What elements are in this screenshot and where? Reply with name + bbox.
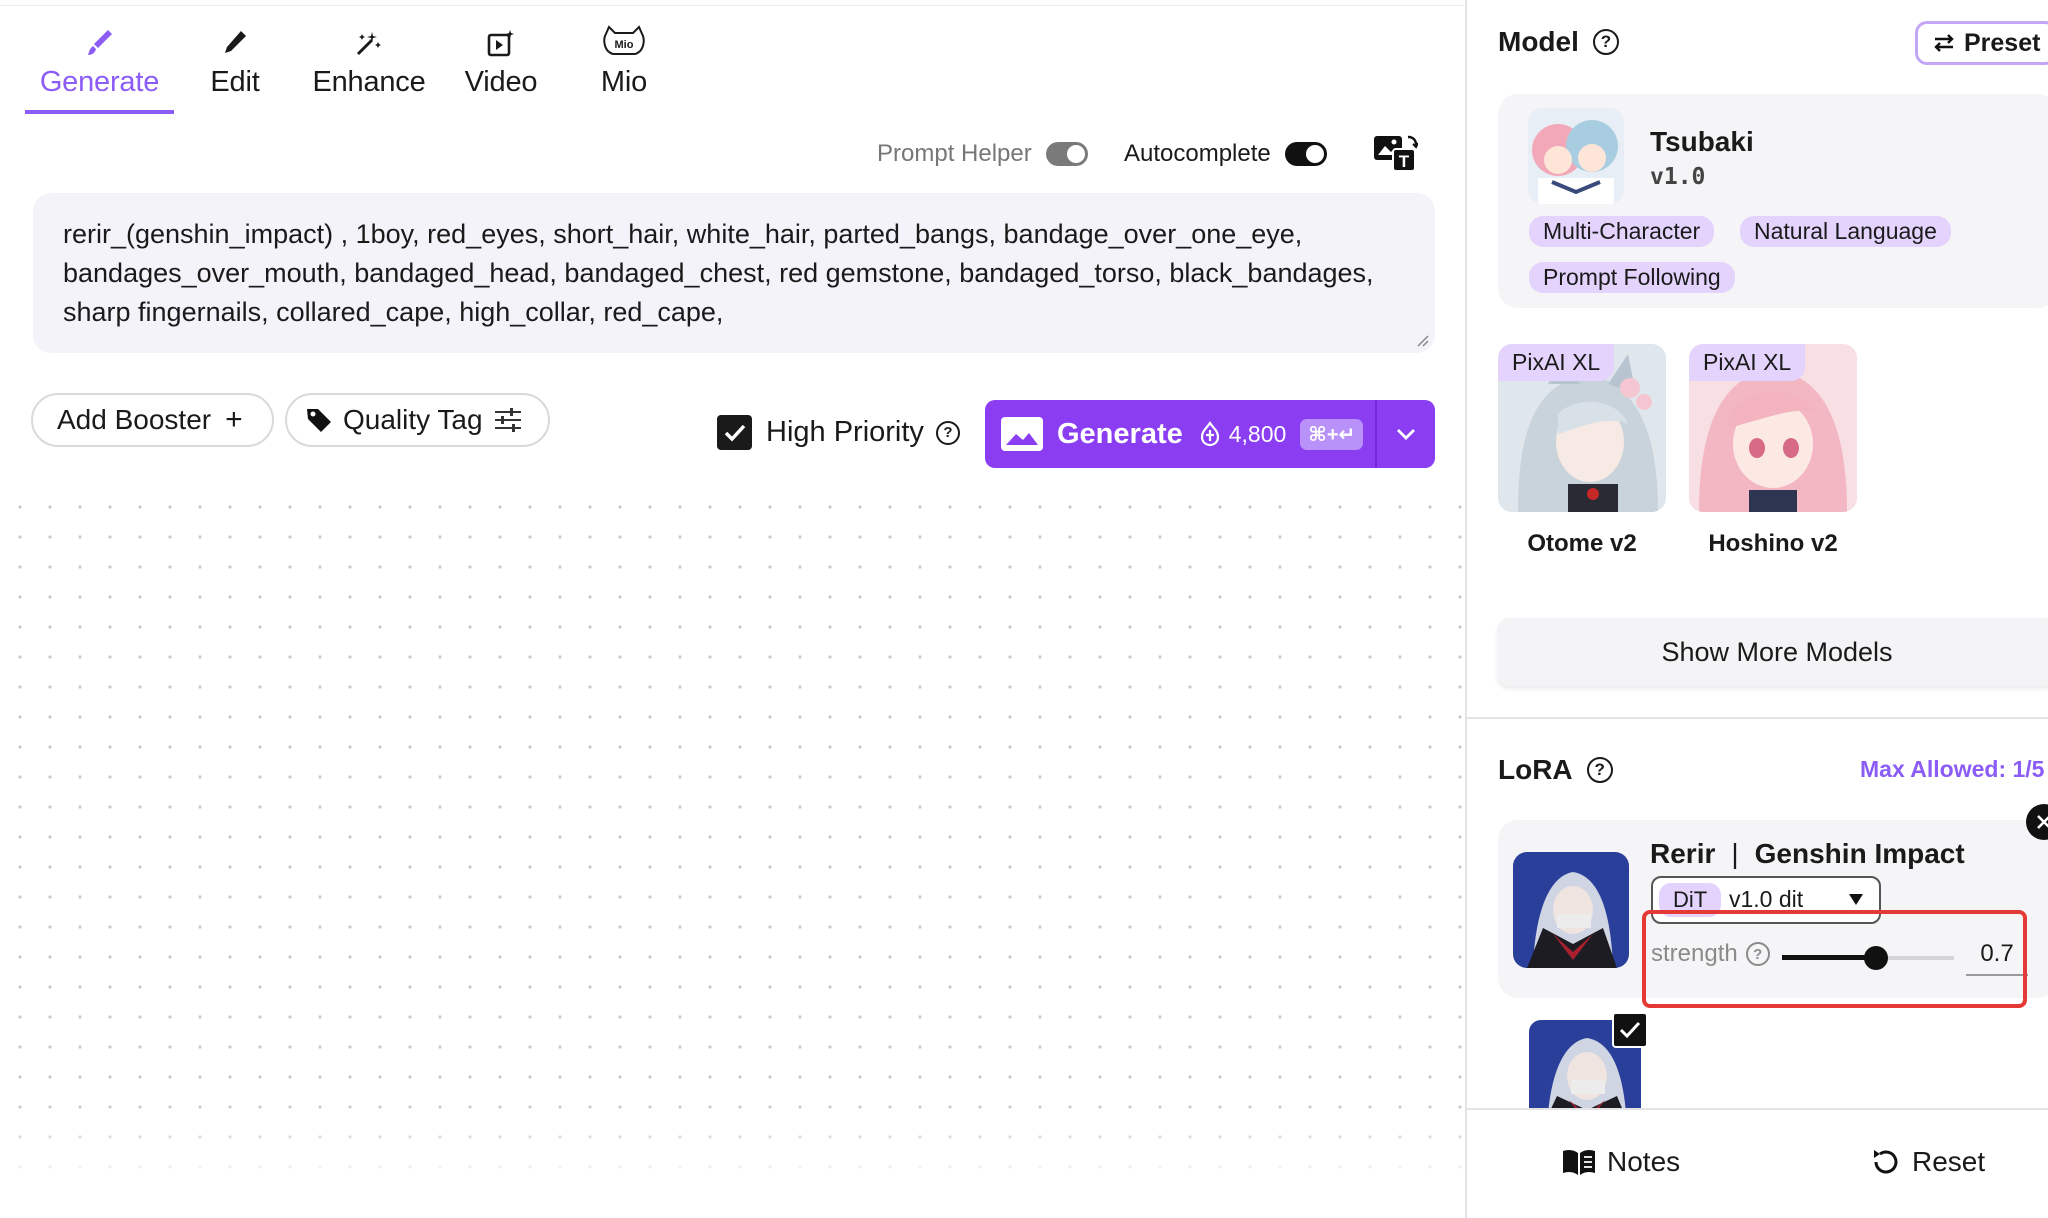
quality-tag-button[interactable]: Quality Tag (285, 393, 550, 447)
lora-section-title: LoRA ? (1498, 754, 1613, 786)
prompt-helper-switch[interactable] (1045, 142, 1088, 166)
model-name: Tsubaki (1650, 126, 1754, 157)
generate-options-dropdown[interactable] (1377, 400, 1435, 468)
video-sparkle-icon (458, 14, 544, 58)
close-icon (2037, 815, 2048, 829)
prompt-textarea[interactable]: rerir_(genshin_impact) , 1boy, red_eyes,… (33, 193, 1435, 353)
model-avatar (1528, 108, 1624, 204)
svg-text:Mio: Mio (615, 39, 634, 51)
check-icon (1619, 1021, 1641, 1039)
caret-down-icon (1849, 894, 1863, 905)
tab-mio[interactable]: Mio Mio (588, 14, 660, 114)
model-option-name: Otome v2 (1527, 530, 1637, 557)
model-option-hoshino[interactable]: PixAI XL (1689, 344, 1857, 512)
max-allowed-label: Max Allowed: 1/5 (1860, 756, 2045, 782)
sliders-icon (494, 408, 521, 432)
notes-button[interactable]: Notes (1561, 1146, 1680, 1178)
main-workspace: Generate Edit Enhance Video Mio Mio Prom… (0, 0, 1465, 1218)
model-version: v1.0 (1650, 164, 1706, 190)
check-icon[interactable] (717, 415, 752, 450)
tab-video[interactable]: Video (458, 14, 544, 114)
show-more-models-button[interactable]: Show More Models (1497, 618, 2048, 686)
help-icon[interactable]: ? (935, 420, 960, 445)
preset-button[interactable]: Preset (1915, 21, 2048, 65)
resize-handle-icon[interactable] (1415, 333, 1429, 347)
image-icon (1001, 417, 1043, 451)
model-section-title: Model ? (1498, 26, 1619, 58)
model-tag: Natural Language (1740, 216, 1951, 247)
add-booster-button[interactable]: Add Booster + (31, 393, 274, 447)
brush-icon (25, 14, 174, 58)
model-tag: Prompt Following (1529, 262, 1735, 293)
model-option-otome[interactable]: PixAI XL (1498, 344, 1666, 512)
book-icon (1563, 1149, 1595, 1175)
model-help-icon[interactable]: ? (1592, 29, 1619, 55)
highlight-box (1642, 910, 2027, 1008)
lora-help-icon[interactable]: ? (1586, 757, 1613, 783)
prompt-helper-toggle[interactable]: Prompt Helper (877, 134, 1088, 174)
reset-icon (1874, 1150, 1898, 1174)
top-border (0, 0, 1465, 6)
tab-enhance[interactable]: Enhance (305, 14, 433, 114)
autocomplete-toggle[interactable]: Autocomplete (1124, 134, 1327, 174)
image-to-text-icon[interactable]: T (1372, 133, 1419, 178)
autocomplete-switch[interactable] (1284, 142, 1327, 166)
tag-icon (307, 409, 331, 432)
reset-button[interactable]: Reset (1870, 1146, 1985, 1178)
lora-preview-checkbox[interactable] (1612, 1012, 1648, 1048)
lora-title: Rerir | Genshin Impact (1650, 838, 1965, 869)
model-tag: Multi-Character (1529, 216, 1715, 247)
pencil-icon (198, 14, 272, 58)
tab-generate[interactable]: Generate (25, 14, 174, 114)
mio-cat-icon: Mio (588, 14, 660, 58)
credit-icon (1200, 421, 1219, 447)
plus-icon: + (225, 403, 243, 436)
chevron-down-icon (1397, 429, 1415, 440)
generate-main[interactable]: Generate 4,800 ⌘+↵ (985, 400, 1375, 468)
high-priority-checkbox[interactable]: High Priority ? (717, 415, 960, 450)
magic-wand-icon (305, 14, 433, 58)
svg-text:T: T (1399, 152, 1410, 171)
generate-button[interactable]: Generate 4,800 ⌘+↵ (985, 400, 1435, 468)
lora-thumbnail (1513, 852, 1629, 968)
swap-icon (1934, 34, 1954, 52)
tab-edit[interactable]: Edit (198, 14, 272, 114)
model-option-name: Hoshino v2 (1708, 530, 1838, 557)
